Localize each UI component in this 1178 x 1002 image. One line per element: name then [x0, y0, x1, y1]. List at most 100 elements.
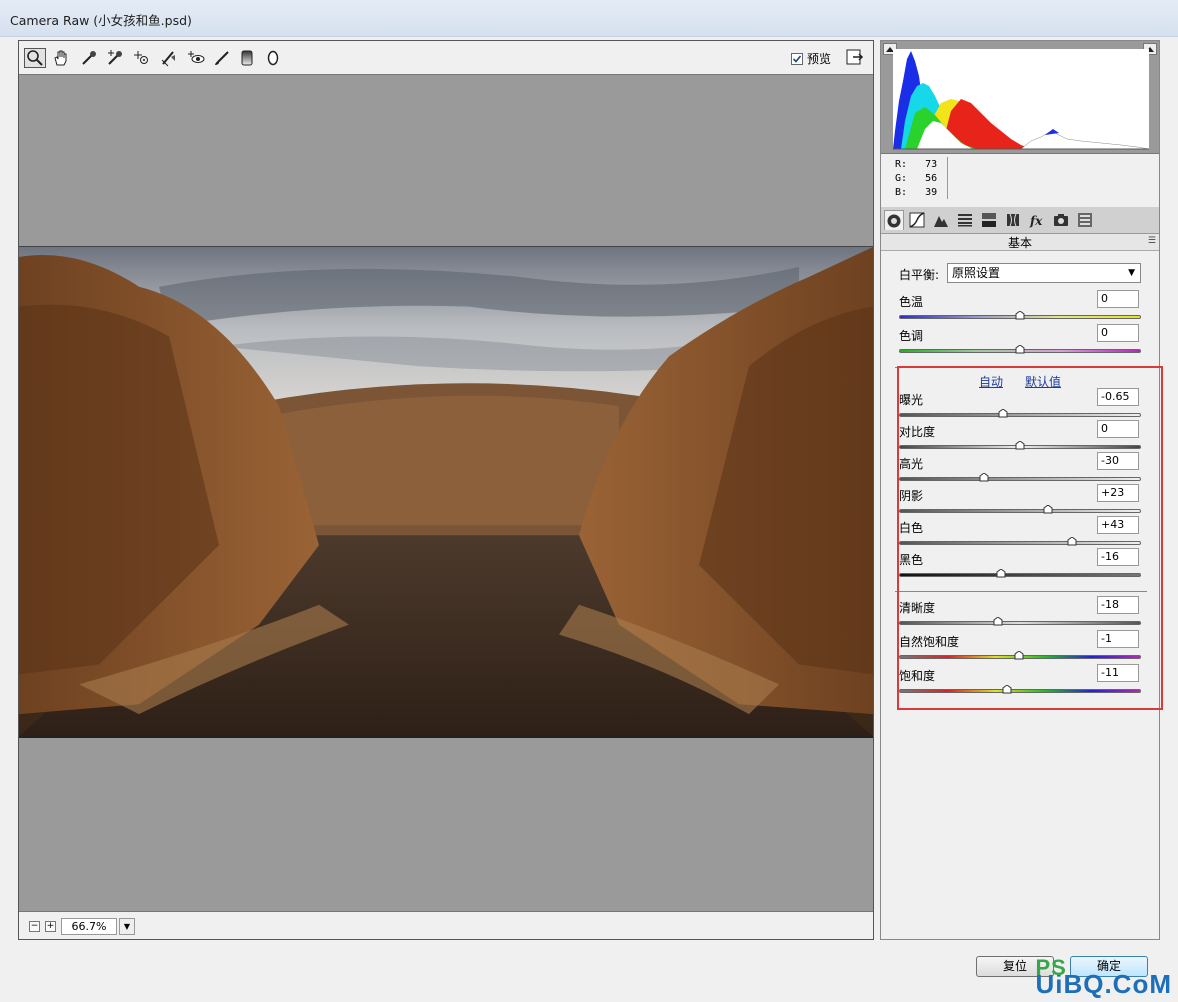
- preview-area: 预览 − + 66.7% ▼: [18, 40, 874, 940]
- cornfield-photo: [19, 247, 873, 736]
- slider-label-saturation: 饱和度: [899, 669, 936, 683]
- slider-value-exposure[interactable]: -0.65: [1097, 388, 1139, 406]
- zoom-out-button[interactable]: −: [29, 921, 40, 932]
- radial-filter-button[interactable]: [262, 48, 284, 68]
- slider-track-saturation[interactable]: [899, 689, 1141, 693]
- zoom-dropdown-button[interactable]: ▼: [119, 918, 135, 935]
- section-title: 基本 ☰: [881, 234, 1159, 251]
- g-value: 56: [925, 173, 938, 184]
- r-value: 73: [925, 159, 938, 170]
- slider-thumb-whites[interactable]: [1067, 535, 1077, 546]
- tab-tone-curve[interactable]: [907, 210, 927, 230]
- adjustment-panel: R: 73 G: 56 B: 39 fx 基本 ☰ 白平衡: 原照设置 ▼ 自动…: [880, 40, 1160, 940]
- slider-value-saturation[interactable]: -11: [1097, 664, 1139, 682]
- hand-tool-button[interactable]: [50, 48, 72, 68]
- panel-menu-icon[interactable]: ☰: [1148, 236, 1156, 246]
- svg-text:fx: fx: [1029, 214, 1043, 228]
- hsl-lines-icon: [958, 214, 972, 227]
- slider-track-clarity[interactable]: [899, 621, 1141, 625]
- histogram-graph: [893, 49, 1150, 150]
- auto-link[interactable]: 自动: [979, 373, 1003, 390]
- radial-filter-icon: [267, 50, 279, 66]
- slider-value-blacks[interactable]: -16: [1097, 548, 1139, 566]
- color-sampler-tool-button[interactable]: [104, 48, 126, 68]
- watermark-logo: PS UiBQ.CoM: [1035, 955, 1172, 1000]
- mountain-icon: [934, 216, 948, 227]
- slider-value-clarity[interactable]: -18: [1097, 596, 1139, 614]
- tab-split-toning[interactable]: [979, 210, 999, 230]
- slider-thumb-contrast[interactable]: [1015, 439, 1025, 450]
- slider-value-whites[interactable]: +43: [1097, 516, 1139, 534]
- camera-icon: [1054, 214, 1068, 226]
- hand-icon: [54, 50, 67, 66]
- slider-value-vibrance[interactable]: -1: [1097, 630, 1139, 648]
- slider-value-tint[interactable]: 0: [1097, 324, 1139, 342]
- title-bar: Camera Raw (小女孩和鱼.psd): [0, 0, 1178, 37]
- adjustment-brush-button[interactable]: [211, 48, 233, 68]
- graduated-filter-icon: [241, 50, 253, 66]
- preview-checkbox[interactable]: [790, 52, 803, 65]
- rgb-r-row: R: 73: [895, 159, 937, 170]
- slider-label-vibrance: 自然饱和度: [899, 635, 960, 649]
- target-adjust-tool-button[interactable]: [131, 48, 153, 68]
- slider-label-contrast: 对比度: [899, 425, 936, 439]
- aperture-icon: [887, 214, 901, 227]
- tab-detail[interactable]: [931, 210, 951, 230]
- tab-lens-corrections[interactable]: [1003, 210, 1023, 230]
- slider-thumb-exposure[interactable]: [998, 407, 1008, 418]
- slider-thumb-tint[interactable]: [1015, 343, 1025, 354]
- zoom-icon: [27, 50, 43, 66]
- zoom-level-field[interactable]: 66.7%: [61, 918, 117, 935]
- b-label: B:: [895, 187, 908, 198]
- divider-top: [895, 367, 1147, 368]
- lens-icon: [1007, 213, 1019, 227]
- crop-tool-button[interactable]: [158, 48, 180, 68]
- slider-track-highlights[interactable]: [899, 477, 1141, 481]
- slider-thumb-blacks[interactable]: [996, 567, 1006, 578]
- red-eye-tool-button[interactable]: [185, 48, 207, 68]
- slider-track-exposure[interactable]: [899, 413, 1141, 417]
- slider-label-clarity: 清晰度: [899, 601, 936, 615]
- r-label: R:: [895, 159, 908, 170]
- tab-basic[interactable]: [884, 210, 904, 230]
- slider-thumb-temp[interactable]: [1015, 309, 1025, 320]
- white-balance-icon: [82, 51, 96, 65]
- slider-track-whites[interactable]: [899, 541, 1141, 545]
- b-value: 39: [925, 187, 938, 198]
- slider-thumb-highlights[interactable]: [979, 471, 989, 482]
- zoom-in-button[interactable]: +: [45, 921, 56, 932]
- slider-thumb-saturation[interactable]: [1002, 683, 1012, 694]
- slider-value-highlights[interactable]: -30: [1097, 452, 1139, 470]
- fullscreen-icon: [846, 49, 864, 65]
- fullscreen-button[interactable]: [845, 47, 865, 67]
- slider-value-shadows[interactable]: +23: [1097, 484, 1139, 502]
- checkmark-icon: [792, 54, 802, 63]
- slider-thumb-shadows[interactable]: [1043, 503, 1053, 514]
- tab-hsl[interactable]: [955, 210, 975, 230]
- red-eye-icon: [188, 51, 205, 63]
- window-title: Camera Raw (小女孩和鱼.psd): [10, 13, 192, 28]
- fx-icon: fx: [1029, 214, 1043, 228]
- divider-presence: [895, 591, 1147, 592]
- default-link[interactable]: 默认值: [1025, 373, 1061, 390]
- tab-effects[interactable]: fx: [1027, 210, 1047, 230]
- slider-thumb-vibrance[interactable]: [1014, 649, 1024, 660]
- chevron-down-icon: ▼: [123, 922, 131, 931]
- white-balance-tool-button[interactable]: [78, 48, 100, 68]
- tab-camera-calibration[interactable]: [1051, 210, 1071, 230]
- slider-thumb-clarity[interactable]: [993, 615, 1003, 626]
- slider-track-shadows[interactable]: [899, 509, 1141, 513]
- white-balance-dropdown[interactable]: 原照设置 ▼: [947, 263, 1141, 283]
- slider-label-whites: 白色: [899, 521, 924, 535]
- graduated-filter-button[interactable]: [236, 48, 258, 68]
- camera-raw-window: Camera Raw (小女孩和鱼.psd) 预览 − + 66.7% ▼ R:…: [0, 0, 1178, 1002]
- slider-track-blacks[interactable]: [899, 573, 1141, 577]
- color-sampler-icon: [108, 50, 122, 65]
- slider-value-temp[interactable]: 0: [1097, 290, 1139, 308]
- preview-toggle[interactable]: 预览: [790, 50, 831, 67]
- slider-label-temp: 色温: [899, 295, 924, 309]
- slider-value-contrast[interactable]: 0: [1097, 420, 1139, 438]
- tab-presets[interactable]: [1075, 210, 1095, 230]
- zoom-tool-button[interactable]: [24, 48, 46, 68]
- g-label: G:: [895, 173, 908, 184]
